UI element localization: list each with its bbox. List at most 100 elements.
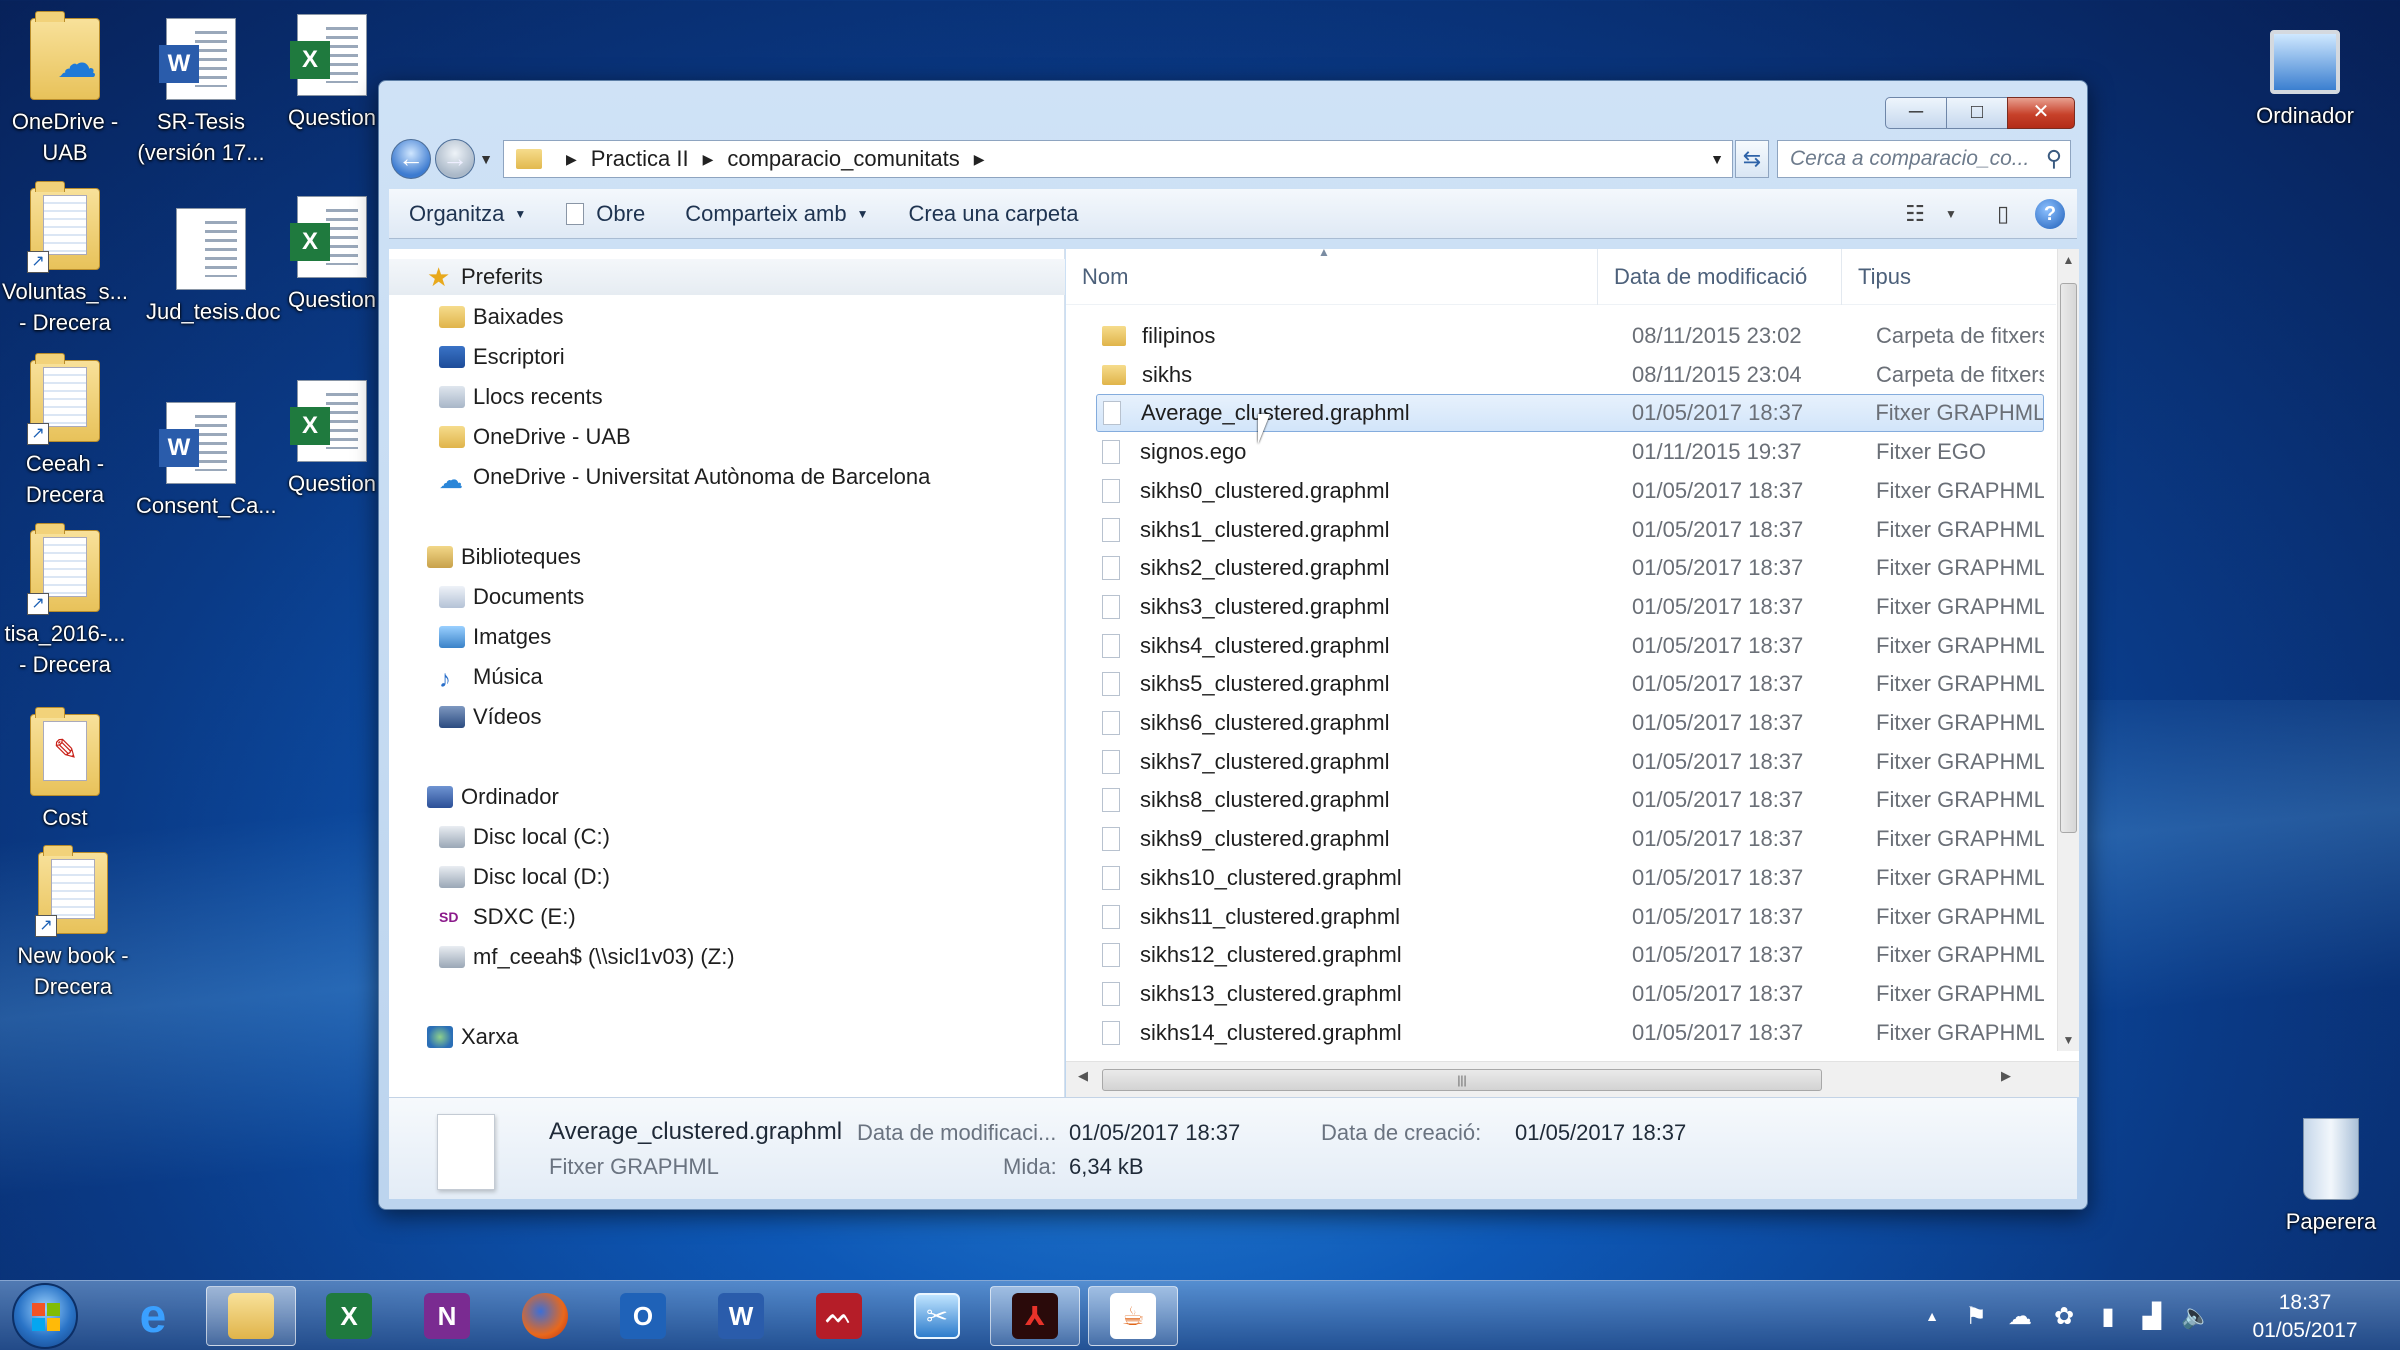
chevron-right-icon[interactable]: ▶ [566,151,577,168]
back-button[interactable]: ← [391,139,431,179]
scroll-up-icon[interactable]: ▲ [2058,249,2079,271]
onedrive-cloud-icon[interactable]: ☁ [1998,1302,2042,1331]
nav-sdxc[interactable]: SD SDXC (E:) [439,899,576,935]
show-hidden-icons-icon[interactable]: ▲ [1910,1308,1954,1324]
nav-onedrive-uab[interactable]: OneDrive - UAB [439,419,631,455]
nav-computer[interactable]: Ordinador [427,779,559,815]
nav-libraries[interactable]: Biblioteques [427,539,581,575]
taskbar-snipping-tool[interactable]: ✂ [892,1286,982,1346]
desktop-icon-ceeah[interactable]: ↗ Ceeah - Drecera [0,353,130,510]
desktop-icon-new-book[interactable]: ↗ New book - Drecera [8,845,138,1002]
minimize-button[interactable]: ─ [1885,97,1947,129]
desktop-icon-question-3[interactable]: X Question [282,380,382,499]
taskbar-java[interactable]: ☕ [1088,1286,1178,1346]
file-row[interactable]: sikhs5_clustered.graphml 01/05/2017 18:37… [1096,665,2044,703]
desktop-icon-question-1[interactable]: X Question [282,14,382,133]
nav-disk-c[interactable]: Disc local (C:) [439,819,610,855]
taskbar-firefox[interactable] [500,1286,590,1346]
file-row[interactable]: sikhs1_clustered.graphml 01/05/2017 18:37… [1096,511,2044,549]
file-row[interactable]: sikhs11_clustered.graphml 01/05/2017 18:3… [1096,898,2044,936]
new-folder-button[interactable]: Crea una carpeta [888,189,1098,238]
nav-images[interactable]: Imatges [439,619,551,655]
desktop-icon-cost[interactable]: ✎ Cost [0,707,130,833]
refresh-button[interactable]: ⇆ [1735,140,1769,178]
recent-pages-dropdown[interactable]: ▼ [477,151,495,167]
file-row[interactable]: Average_clustered.graphml 01/05/2017 18:3… [1096,394,2044,433]
file-row[interactable]: sikhs4_clustered.graphml 01/05/2017 18:37… [1096,627,2044,665]
forward-button[interactable]: → [435,139,475,179]
network-signal-icon[interactable]: ▟ [2130,1302,2174,1331]
open-button[interactable]: Obre [546,189,665,238]
chevron-right-icon[interactable]: ▶ [703,151,714,168]
vertical-scroll-thumb[interactable] [2060,283,2077,833]
nav-downloads[interactable]: Baixades [439,299,564,335]
file-row[interactable]: sikhs2_clustered.graphml 01/05/2017 18:37… [1096,549,2044,587]
scroll-right-icon[interactable]: ▶ [2001,1068,2011,1084]
maximize-button[interactable]: □ [1946,97,2008,129]
desktop-icon-voluntas[interactable]: ↗ Voluntas_s... - Drecera [0,181,130,338]
scroll-left-icon[interactable]: ◀ [1078,1068,1088,1084]
file-row[interactable]: signos.ego 01/11/2015 19:37 Fitxer EGO [1096,433,2044,471]
nav-desktop[interactable]: Escriptori [439,339,565,375]
battery-icon[interactable]: ▮ [2086,1302,2130,1331]
file-row[interactable]: sikhs7_clustered.graphml 01/05/2017 18:37… [1096,743,2044,781]
file-row[interactable]: sikhs12_clustered.graphml 01/05/2017 18:3… [1096,936,2044,974]
file-row[interactable]: sikhs9_clustered.graphml 01/05/2017 18:37… [1096,820,2044,858]
view-options-icon[interactable]: ☷ [1891,201,1939,227]
horizontal-scroll-thumb[interactable]: ||| [1102,1069,1822,1091]
taskbar-mendeley[interactable]: ᨓ [794,1286,884,1346]
taskbar-internet-explorer[interactable]: e [108,1286,198,1346]
preview-pane-icon[interactable]: ▯ [1979,201,2027,227]
desktop-icon-sr-tesis[interactable]: W SR-Tesis (versión 17... [136,18,266,168]
file-row[interactable]: sikhs 08/11/2015 23:04 Carpeta de fitxers [1096,356,2044,394]
organize-button[interactable]: Organitza ▼ [389,189,546,238]
breadcrumb-comparacio[interactable]: comparacio_comunitats [727,146,959,172]
column-header-type[interactable]: Tipus [1842,249,2056,305]
sync-icon[interactable]: ✿ [2042,1302,2086,1331]
taskbar-outlook[interactable]: O [598,1286,688,1346]
search-input[interactable]: Cerca a comparacio_co... ⚲ [1777,140,2071,178]
address-dropdown-icon[interactable]: ▼ [1710,151,1724,167]
desktop-icon-onedrive-uab[interactable]: ☁ OneDrive - UAB [0,11,130,168]
breadcrumb-practica[interactable]: Practica II [591,146,689,172]
address-bar[interactable]: ▶ Practica II ▶ comparacio_comunitats ▶ … [503,140,1733,178]
clock[interactable]: 18:37 01/05/2017 [2240,1289,2370,1345]
nav-recent[interactable]: Llocs recents [439,379,603,415]
search-icon[interactable]: ⚲ [2046,146,2062,172]
chevron-down-icon[interactable]: ▼ [1939,207,1963,221]
file-row[interactable]: sikhs0_clustered.graphml 01/05/2017 18:37… [1096,472,2044,510]
nav-network-drive[interactable]: mf_ceeah$ (\\sicl1v03) (Z:) [439,939,735,975]
horizontal-scrollbar[interactable]: ◀ ||| ▶ [1066,1061,2079,1097]
start-button[interactable] [12,1283,78,1349]
file-row[interactable]: filipinos 08/11/2015 23:02 Carpeta de fitx… [1096,317,2044,355]
column-header-date[interactable]: Data de modificació [1598,249,1842,305]
taskbar-acrobat[interactable]: ⅄ [990,1286,1080,1346]
nav-videos[interactable]: Vídeos [439,699,542,735]
taskbar-word[interactable]: W [696,1286,786,1346]
file-row[interactable]: sikhs8_clustered.graphml 01/05/2017 18:37… [1096,781,2044,819]
nav-onedrive-full[interactable]: ☁ OneDrive - Universitat Autònoma de Barc… [439,459,930,495]
column-header-name[interactable]: ▲ Nom [1066,245,1598,305]
file-row[interactable]: sikhs6_clustered.graphml 01/05/2017 18:37… [1096,704,2044,742]
taskbar-excel[interactable]: X [304,1286,394,1346]
vertical-scrollbar[interactable]: ▲ ▼ [2057,249,2079,1051]
desktop-icon-computer[interactable]: Ordinador [2240,30,2370,131]
desktop-icon-question-2[interactable]: X Question [282,196,382,315]
share-button[interactable]: Comparteix amb ▼ [665,189,888,238]
close-button[interactable]: ✕ [2007,97,2075,129]
help-icon[interactable]: ? [2035,198,2065,229]
desktop-icon-consent[interactable]: W Consent_Ca... [136,402,277,521]
nav-music[interactable]: ♪ Música [439,659,543,695]
taskbar-onenote[interactable]: N [402,1286,492,1346]
desktop-icon-tisa[interactable]: ↗ tisa_2016-... - Drecera [0,523,130,680]
nav-network[interactable]: Xarxa [427,1019,518,1055]
file-row[interactable]: sikhs14_clustered.graphml 01/05/2017 18:3… [1096,1014,2044,1052]
action-center-flag-icon[interactable]: ⚑ [1954,1302,1998,1331]
nav-disk-d[interactable]: Disc local (D:) [439,859,610,895]
desktop-icon-jud-tesis[interactable]: Jud_tesis.doc [146,208,281,327]
chevron-right-icon[interactable]: ▶ [974,151,985,168]
taskbar-file-explorer[interactable] [206,1286,296,1346]
file-row[interactable]: sikhs3_clustered.graphml 01/05/2017 18:37… [1096,588,2044,626]
volume-icon[interactable]: 🔈 [2174,1302,2218,1331]
file-row[interactable]: sikhs13_clustered.graphml 01/05/2017 18:3… [1096,975,2044,1013]
